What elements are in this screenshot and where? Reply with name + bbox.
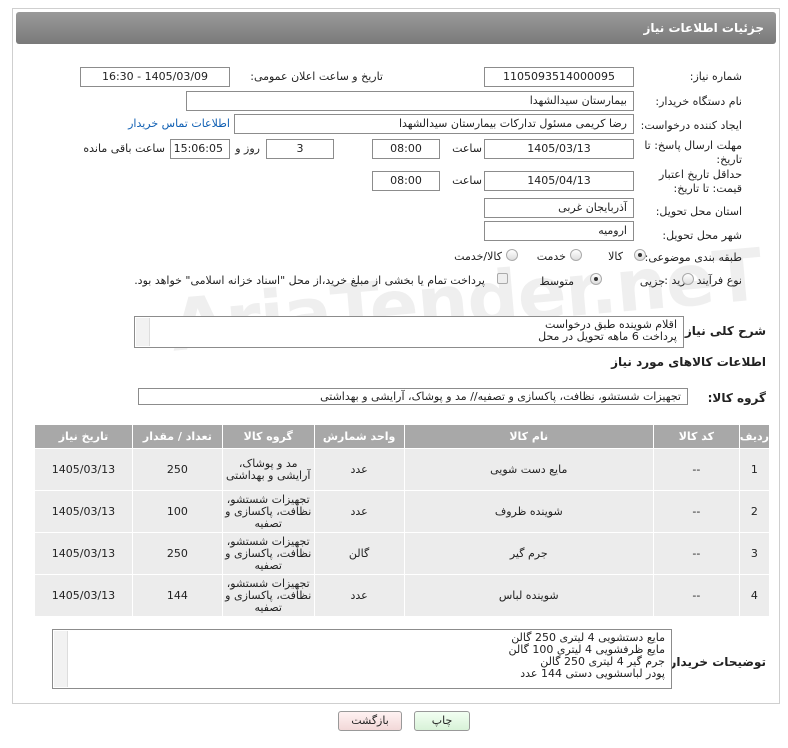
contact-info-link[interactable]: اطلاعات تماس خریدار <box>128 117 230 130</box>
print-button[interactable]: چاپ <box>414 711 470 731</box>
cell-need-date: 1405/03/13 <box>34 490 133 533</box>
days-field[interactable]: 3 <box>266 139 334 159</box>
creator-label: ایجاد کننده درخواست: <box>640 119 742 132</box>
cell-goods-group: تجهیزات شستشو، نظافت، پاکسازی و تصفیه <box>221 490 315 533</box>
cell-need-date: 1405/03/13 <box>34 448 133 491</box>
cell-goods-group: تجهیزات شستشو، نظافت، پاکسازی و تصفیه <box>221 574 315 617</box>
goods-table: ردیف کد کالا نام کالا واحد شمارش گروه کا… <box>34 424 771 617</box>
col-need-date: تاریخ نیاز <box>34 424 133 449</box>
category-radio-service[interactable] <box>570 249 582 261</box>
city-label: شهر محل تحویل: <box>662 229 742 242</box>
province-field[interactable]: آذربایجان غربی <box>484 198 634 218</box>
treasury-payment-note: پرداخت تمام یا بخشی از مبلغ خرید،از محل … <box>134 274 485 287</box>
cell-row-number: 2 <box>738 490 771 533</box>
table-row[interactable]: 4 -- شوینده لباس عدد تجهیزات شستشو، نظاف… <box>34 574 771 617</box>
table-row[interactable]: 1 -- مایع دست شویی عدد مد و پوشاک، آرایش… <box>34 448 771 491</box>
table-header-row: ردیف کد کالا نام کالا واحد شمارش گروه کا… <box>34 424 771 449</box>
buyer-org-field[interactable]: بیمارستان سیدالشهدا <box>186 91 634 111</box>
cell-need-date: 1405/03/13 <box>34 532 133 575</box>
cell-unit: گالن <box>313 532 405 575</box>
cell-goods-name: جرم گیر <box>403 532 654 575</box>
cell-quantity: 250 <box>131 448 223 491</box>
cell-goods-name: شوینده لباس <box>403 574 654 617</box>
category-label: طبقه بندی موضوعی: <box>644 251 742 264</box>
page-title: جزئیات اطلاعات نیاز <box>16 12 776 44</box>
cell-unit: عدد <box>313 490 405 533</box>
cell-goods-group: تجهیزات شستشو، نظافت، پاکسازی و تصفیه <box>221 532 315 575</box>
process-radio-medium[interactable] <box>590 273 602 285</box>
general-desc-line-2: پرداخت 6 ماهه تحویل در محل <box>538 330 677 343</box>
price-validity-label: حداقل تاریخ اعتبار قیمت: تا تاریخ: <box>658 168 742 195</box>
cell-quantity: 144 <box>131 574 223 617</box>
need-number-label: شماره نیاز: <box>689 70 742 83</box>
buyer-org-label: نام دستگاه خریدار: <box>655 95 742 108</box>
cell-goods-group: مد و پوشاک، آرایشی و بهداشتی <box>221 448 315 491</box>
category-radio-goods-service[interactable] <box>506 249 518 261</box>
col-goods-group: گروه کالا <box>221 424 315 449</box>
back-button[interactable]: بازگشت <box>338 711 402 731</box>
cell-unit: عدد <box>313 574 405 617</box>
buyer-notes-box[interactable]: مایع دستشویی 4 لیتری 250 گالن مایع ظرفشو… <box>52 629 672 689</box>
category-option-goods: کالا <box>608 250 623 263</box>
col-goods-code: کد کالا <box>652 424 740 449</box>
cell-row-number: 4 <box>738 574 771 617</box>
cell-goods-name: شوینده ظروف <box>403 490 654 533</box>
col-quantity: تعداد / مقدار <box>131 424 223 449</box>
cell-row-number: 3 <box>738 532 771 575</box>
cell-unit: عدد <box>313 448 405 491</box>
province-label: استان محل تحویل: <box>655 205 742 218</box>
cell-row-number: 1 <box>738 448 771 491</box>
general-desc-scrollbar[interactable] <box>136 318 150 346</box>
process-radio-small[interactable] <box>682 273 694 285</box>
general-desc-label: شرح کلی نیاز: <box>680 324 766 338</box>
buyer-notes-label: توضیحات خریدار: <box>664 655 766 669</box>
col-row-number: ردیف <box>738 424 771 449</box>
validity-time-label: ساعت <box>452 174 482 187</box>
need-number-field[interactable]: 1105093514000095 <box>484 67 634 87</box>
cell-quantity: 100 <box>131 490 223 533</box>
goods-info-title: اطلاعات کالاهای مورد نیاز <box>611 355 766 369</box>
announce-datetime-field[interactable]: 1405/03/09 - 16:30 <box>80 67 230 87</box>
reply-time-label: ساعت <box>452 142 482 155</box>
buyer-notes-scrollbar[interactable] <box>54 631 68 687</box>
cell-goods-code: -- <box>652 574 740 617</box>
general-desc-box[interactable]: اقلام شوینده طبق درخواست پرداخت 6 ماهه ت… <box>134 316 684 348</box>
city-field[interactable]: ارومیه <box>484 221 634 241</box>
announce-datetime-label: تاریخ و ساعت اعلان عمومی: <box>250 70 383 83</box>
cell-need-date: 1405/03/13 <box>34 574 133 617</box>
table-row[interactable]: 2 -- شوینده ظروف عدد تجهیزات شستشو، نظاف… <box>34 490 771 533</box>
buyer-notes-line-4: پودر لباسشویی دستی 144 عدد <box>520 667 665 680</box>
cell-quantity: 250 <box>131 532 223 575</box>
treasury-payment-checkbox[interactable] <box>497 273 508 284</box>
process-option-medium: متوسط <box>539 275 574 288</box>
cell-goods-name: مایع دست شویی <box>403 448 654 491</box>
remaining-time-field[interactable]: 15:06:05 <box>170 139 230 159</box>
category-radio-goods[interactable] <box>634 249 646 261</box>
process-option-small: جزیی <box>639 275 665 288</box>
category-option-goods-service: کالا/خدمت <box>454 250 502 263</box>
reply-deadline-label: مهلت ارسال پاسخ: تا تاریخ: <box>644 139 742 166</box>
reply-time-field[interactable]: 08:00 <box>372 139 440 159</box>
cell-goods-code: -- <box>652 448 740 491</box>
creator-field[interactable]: رضا کریمی مسئول تدارکات بیمارستان سیدالش… <box>234 114 634 134</box>
cell-goods-code: -- <box>652 490 740 533</box>
col-unit: واحد شمارش <box>313 424 405 449</box>
cell-goods-code: -- <box>652 532 740 575</box>
remaining-label: ساعت باقی مانده <box>83 142 165 155</box>
reply-date-field[interactable]: 1405/03/13 <box>484 139 634 159</box>
col-goods-name: نام کالا <box>403 424 654 449</box>
process-type-label: نوع فرآیند خرید : <box>664 274 742 287</box>
goods-group-label: گروه کالا: <box>707 391 766 405</box>
goods-group-field[interactable]: تجهیزات شستشو، نظافت، پاکسازی و تصفیه// … <box>138 388 688 405</box>
validity-time-field[interactable]: 08:00 <box>372 171 440 191</box>
day-label: روز و <box>235 142 260 155</box>
table-row[interactable]: 3 -- جرم گیر گالن تجهیزات شستشو، نظافت، … <box>34 532 771 575</box>
validity-date-field[interactable]: 1405/04/13 <box>484 171 634 191</box>
category-option-service: خدمت <box>536 250 566 263</box>
